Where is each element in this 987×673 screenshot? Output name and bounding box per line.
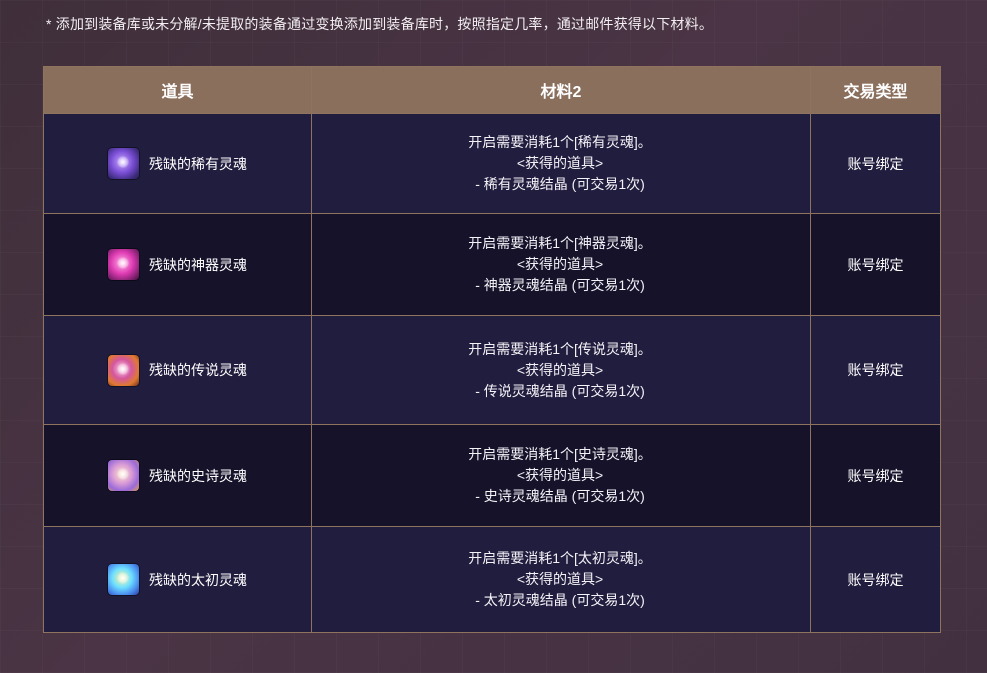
trade-type: 账号绑定 — [810, 526, 941, 633]
material-obtained-label: <获得的道具> — [516, 571, 604, 587]
material-obtained-item: - 神器灵魂结晶 (可交易1次) — [475, 277, 645, 293]
item-cell: 残缺的太初灵魂 — [43, 526, 312, 633]
material-requirement: 开启需要消耗1个[神器灵魂]。 — [468, 235, 652, 251]
item-name: 残缺的稀有灵魂 — [149, 155, 247, 172]
header-item: 道具 — [43, 66, 312, 114]
material-cell: 开启需要消耗1个[太初灵魂]。 <获得的道具> - 太初灵魂结晶 (可交易1次) — [311, 526, 811, 633]
table-row: 残缺的传说灵魂 开启需要消耗1个[传说灵魂]。 <获得的道具> - 传说灵魂结晶… — [43, 315, 941, 425]
table-row: 残缺的太初灵魂 开启需要消耗1个[太初灵魂]。 <获得的道具> - 太初灵魂结晶… — [43, 526, 941, 633]
material-obtained-label: <获得的道具> — [516, 467, 604, 483]
primeval-soul-icon — [108, 564, 139, 595]
item-name: 残缺的太初灵魂 — [149, 571, 247, 588]
material-obtained-item: - 稀有灵魂结晶 (可交易1次) — [475, 176, 645, 192]
notice-text: * 添加到装备库或未分解/未提取的装备通过变换添加到装备库时，按照指定几率，通过… — [46, 16, 714, 32]
material-requirement: 开启需要消耗1个[传说灵魂]。 — [468, 340, 652, 357]
material-obtained-item: - 太初灵魂结晶 (可交易1次) — [475, 592, 645, 608]
item-cell: 残缺的传说灵魂 — [43, 315, 312, 425]
trade-type: 账号绑定 — [810, 213, 941, 316]
trade-type: 账号绑定 — [810, 113, 941, 214]
material-cell: 开启需要消耗1个[稀有灵魂]。 <获得的道具> - 稀有灵魂结晶 (可交易1次) — [311, 113, 811, 214]
material-obtained-item: - 传说灵魂结晶 (可交易1次) — [475, 382, 645, 399]
item-name: 残缺的史诗灵魂 — [149, 467, 247, 484]
material-obtained-item: - 史诗灵魂结晶 (可交易1次) — [475, 488, 645, 504]
soul-materials-table: 道具 材料2 交易类型 残缺的稀有灵魂 开启需要消耗1个[稀有灵魂]。 <获得的… — [43, 66, 941, 633]
header-trade-type: 交易类型 — [810, 66, 941, 114]
material-requirement: 开启需要消耗1个[太初灵魂]。 — [468, 550, 652, 566]
table-row: 残缺的稀有灵魂 开启需要消耗1个[稀有灵魂]。 <获得的道具> - 稀有灵魂结晶… — [43, 113, 941, 214]
table-header-row: 道具 材料2 交易类型 — [43, 66, 941, 114]
trade-type: 账号绑定 — [810, 424, 941, 527]
material-requirement: 开启需要消耗1个[稀有灵魂]。 — [468, 134, 652, 150]
table-row: 残缺的神器灵魂 开启需要消耗1个[神器灵魂]。 <获得的道具> - 神器灵魂结晶… — [43, 213, 941, 316]
rare-soul-icon — [108, 148, 139, 179]
unique-soul-icon — [108, 249, 139, 280]
material-requirement: 开启需要消耗1个[史诗灵魂]。 — [468, 446, 652, 462]
material-obtained-label: <获得的道具> — [516, 361, 604, 378]
epic-soul-icon — [108, 460, 139, 491]
material-cell: 开启需要消耗1个[史诗灵魂]。 <获得的道具> - 史诗灵魂结晶 (可交易1次) — [311, 424, 811, 527]
item-cell: 残缺的史诗灵魂 — [43, 424, 312, 527]
material-obtained-label: <获得的道具> — [516, 155, 604, 171]
item-cell: 残缺的稀有灵魂 — [43, 113, 312, 214]
legendary-soul-icon — [108, 354, 139, 386]
material-obtained-label: <获得的道具> — [516, 256, 604, 272]
material-cell: 开启需要消耗1个[神器灵魂]。 <获得的道具> - 神器灵魂结晶 (可交易1次) — [311, 213, 811, 316]
item-cell: 残缺的神器灵魂 — [43, 213, 312, 316]
table-row: 残缺的史诗灵魂 开启需要消耗1个[史诗灵魂]。 <获得的道具> - 史诗灵魂结晶… — [43, 424, 941, 527]
header-material: 材料2 — [311, 66, 811, 114]
item-name: 残缺的神器灵魂 — [149, 256, 247, 273]
item-name: 残缺的传说灵魂 — [149, 362, 247, 378]
trade-type: 账号绑定 — [810, 315, 941, 425]
material-cell: 开启需要消耗1个[传说灵魂]。 <获得的道具> - 传说灵魂结晶 (可交易1次) — [311, 315, 811, 425]
